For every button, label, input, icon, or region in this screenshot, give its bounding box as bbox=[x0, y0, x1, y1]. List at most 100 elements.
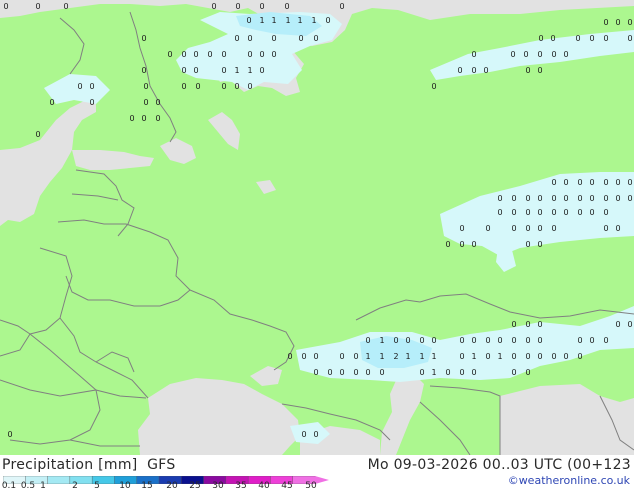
precip-value-marker: 0 bbox=[221, 50, 226, 59]
precip-value-marker: 0 bbox=[234, 34, 239, 43]
precip-value-marker: 0 bbox=[298, 34, 303, 43]
precip-value-marker: 0 bbox=[615, 178, 620, 187]
precip-value-marker: 0 bbox=[511, 336, 516, 345]
precip-value-marker: 0 bbox=[589, 336, 594, 345]
precip-value-marker: 0 bbox=[129, 114, 134, 123]
precip-value-marker: 0 bbox=[563, 208, 568, 217]
precip-value-marker: 0 bbox=[497, 336, 502, 345]
precip-value-marker: 0 bbox=[615, 18, 620, 27]
precip-value-marker: 0 bbox=[327, 368, 332, 377]
precip-value-marker: 0 bbox=[419, 336, 424, 345]
precip-value-marker: 1 bbox=[419, 352, 424, 361]
precip-value-marker: 0 bbox=[459, 240, 464, 249]
precip-value-marker: 0 bbox=[563, 50, 568, 59]
precip-value-marker: 0 bbox=[537, 352, 542, 361]
precip-value-marker: 0 bbox=[471, 368, 476, 377]
map-canvas: 0 0 0 0 0 0 0 00 1 1 1 1 1 00 0 0 0 0 0 0 0 0 0 0 00 0 00 0 0 0 0 0 0 0 0 0… bbox=[0, 0, 634, 456]
precip-value-marker: 0 bbox=[615, 320, 620, 329]
precip-value-marker: 0 bbox=[551, 352, 556, 361]
precip-value-marker: 0 bbox=[141, 114, 146, 123]
precip-value-marker: 0 bbox=[627, 34, 632, 43]
precip-value-marker: 0 bbox=[393, 336, 398, 345]
precip-value-marker: 0 bbox=[615, 224, 620, 233]
map-title: Precipitation [mm] GFS bbox=[2, 457, 176, 473]
precip-value-marker: 0 bbox=[365, 336, 370, 345]
precip-value-marker: 0 bbox=[603, 336, 608, 345]
precip-value-marker: 0 bbox=[523, 50, 528, 59]
precip-value-marker: 0 bbox=[143, 82, 148, 91]
precip-value-marker: 0 bbox=[563, 352, 568, 361]
precip-value-marker: 0 bbox=[207, 50, 212, 59]
color-scale-ticks: 0.1 0.5 1 2 5 10 15 20 25 30 35 40 45 50 bbox=[0, 481, 340, 492]
precip-value-marker: 0 bbox=[471, 50, 476, 59]
precip-value-marker: 0 bbox=[485, 224, 490, 233]
precip-value-marker: 1 bbox=[379, 352, 384, 361]
precip-value-marker: 0 bbox=[313, 368, 318, 377]
precip-value-marker: 0 bbox=[284, 2, 289, 11]
precip-value-marker: 0 bbox=[603, 194, 608, 203]
precip-value-marker: 0 bbox=[563, 178, 568, 187]
valid-time-label: Mo 09-03-2026 00..03 UTC (00+123 bbox=[367, 457, 631, 473]
precip-value-marker: 0 bbox=[577, 178, 582, 187]
precip-value-marker: 1 bbox=[259, 16, 264, 25]
precip-value-marker: 0 bbox=[537, 66, 542, 75]
precip-value-marker: 0 bbox=[445, 368, 450, 377]
precip-value-marker: 0 bbox=[627, 178, 632, 187]
precip-value-marker: 0 bbox=[301, 430, 306, 439]
precip-value-marker: 1 bbox=[379, 336, 384, 345]
precip-value-marker: 0 bbox=[247, 82, 252, 91]
precip-value-marker: 0 bbox=[155, 114, 160, 123]
precip-value-marker: 0 bbox=[551, 178, 556, 187]
precip-value-marker: 0 bbox=[247, 34, 252, 43]
precip-value-marker: 0 bbox=[537, 50, 542, 59]
model-label: GFS bbox=[147, 457, 176, 473]
precip-value-marker: 0 bbox=[7, 430, 12, 439]
precip-value-marker: 0 bbox=[537, 224, 542, 233]
precip-value-marker: 0 bbox=[537, 194, 542, 203]
precip-value-marker: 0 bbox=[259, 50, 264, 59]
precip-value-marker: 0 bbox=[525, 66, 530, 75]
precip-value-marker: 0 bbox=[247, 50, 252, 59]
precip-value-marker: 0 bbox=[167, 50, 172, 59]
precip-value-marker: 1 bbox=[365, 352, 370, 361]
precip-value-marker: 1 bbox=[405, 352, 410, 361]
precip-value-marker: 0 bbox=[339, 352, 344, 361]
precip-value-marker: 1 bbox=[497, 352, 502, 361]
precip-value-marker: 0 bbox=[235, 2, 240, 11]
precip-value-marker: 0 bbox=[550, 34, 555, 43]
precip-value-marker: 0 bbox=[221, 82, 226, 91]
precip-value-marker: 0 bbox=[459, 224, 464, 233]
precip-value-marker: 0 bbox=[193, 50, 198, 59]
precip-value-marker: 0 bbox=[511, 194, 516, 203]
precip-value-marker: 0 bbox=[259, 66, 264, 75]
precip-value-marker: 0 bbox=[379, 368, 384, 377]
precip-value-marker: 0 bbox=[603, 208, 608, 217]
precip-value-marker: 0 bbox=[551, 208, 556, 217]
precip-value-marker: 0 bbox=[405, 336, 410, 345]
precip-value-marker: 0 bbox=[353, 352, 358, 361]
precip-value-marker: 0 bbox=[143, 98, 148, 107]
precip-value-marker: 0 bbox=[181, 82, 186, 91]
precip-value-marker: 1 bbox=[234, 66, 239, 75]
precip-value-marker: 0 bbox=[510, 50, 515, 59]
precip-value-marker: 0 bbox=[497, 194, 502, 203]
precip-value-marker: 0 bbox=[497, 208, 502, 217]
precip-value-marker: 0 bbox=[483, 66, 488, 75]
precip-value-marker: 0 bbox=[577, 336, 582, 345]
precip-value-marker: 0 bbox=[511, 368, 516, 377]
precip-value-marker: 0 bbox=[313, 352, 318, 361]
precip-value-marker: 0 bbox=[525, 336, 530, 345]
precip-value-marker: 1 bbox=[431, 352, 436, 361]
precip-value-marker: 0 bbox=[459, 352, 464, 361]
precip-value-marker: 1 bbox=[297, 16, 302, 25]
precip-value-marker: 0 bbox=[301, 352, 306, 361]
precip-value-marker: 1 bbox=[431, 368, 436, 377]
precip-value-marker: 0 bbox=[537, 240, 542, 249]
precip-value-marker: 0 bbox=[77, 82, 82, 91]
precipitation-map: 0000000001111100000000000000000000000000… bbox=[0, 0, 634, 456]
precip-value-marker: 0 bbox=[577, 352, 582, 361]
precip-value-marker: 0 bbox=[365, 368, 370, 377]
precip-value-marker: 0 bbox=[35, 130, 40, 139]
precip-value-marker: 0 bbox=[431, 336, 436, 345]
precip-value-marker: 0 bbox=[485, 352, 490, 361]
